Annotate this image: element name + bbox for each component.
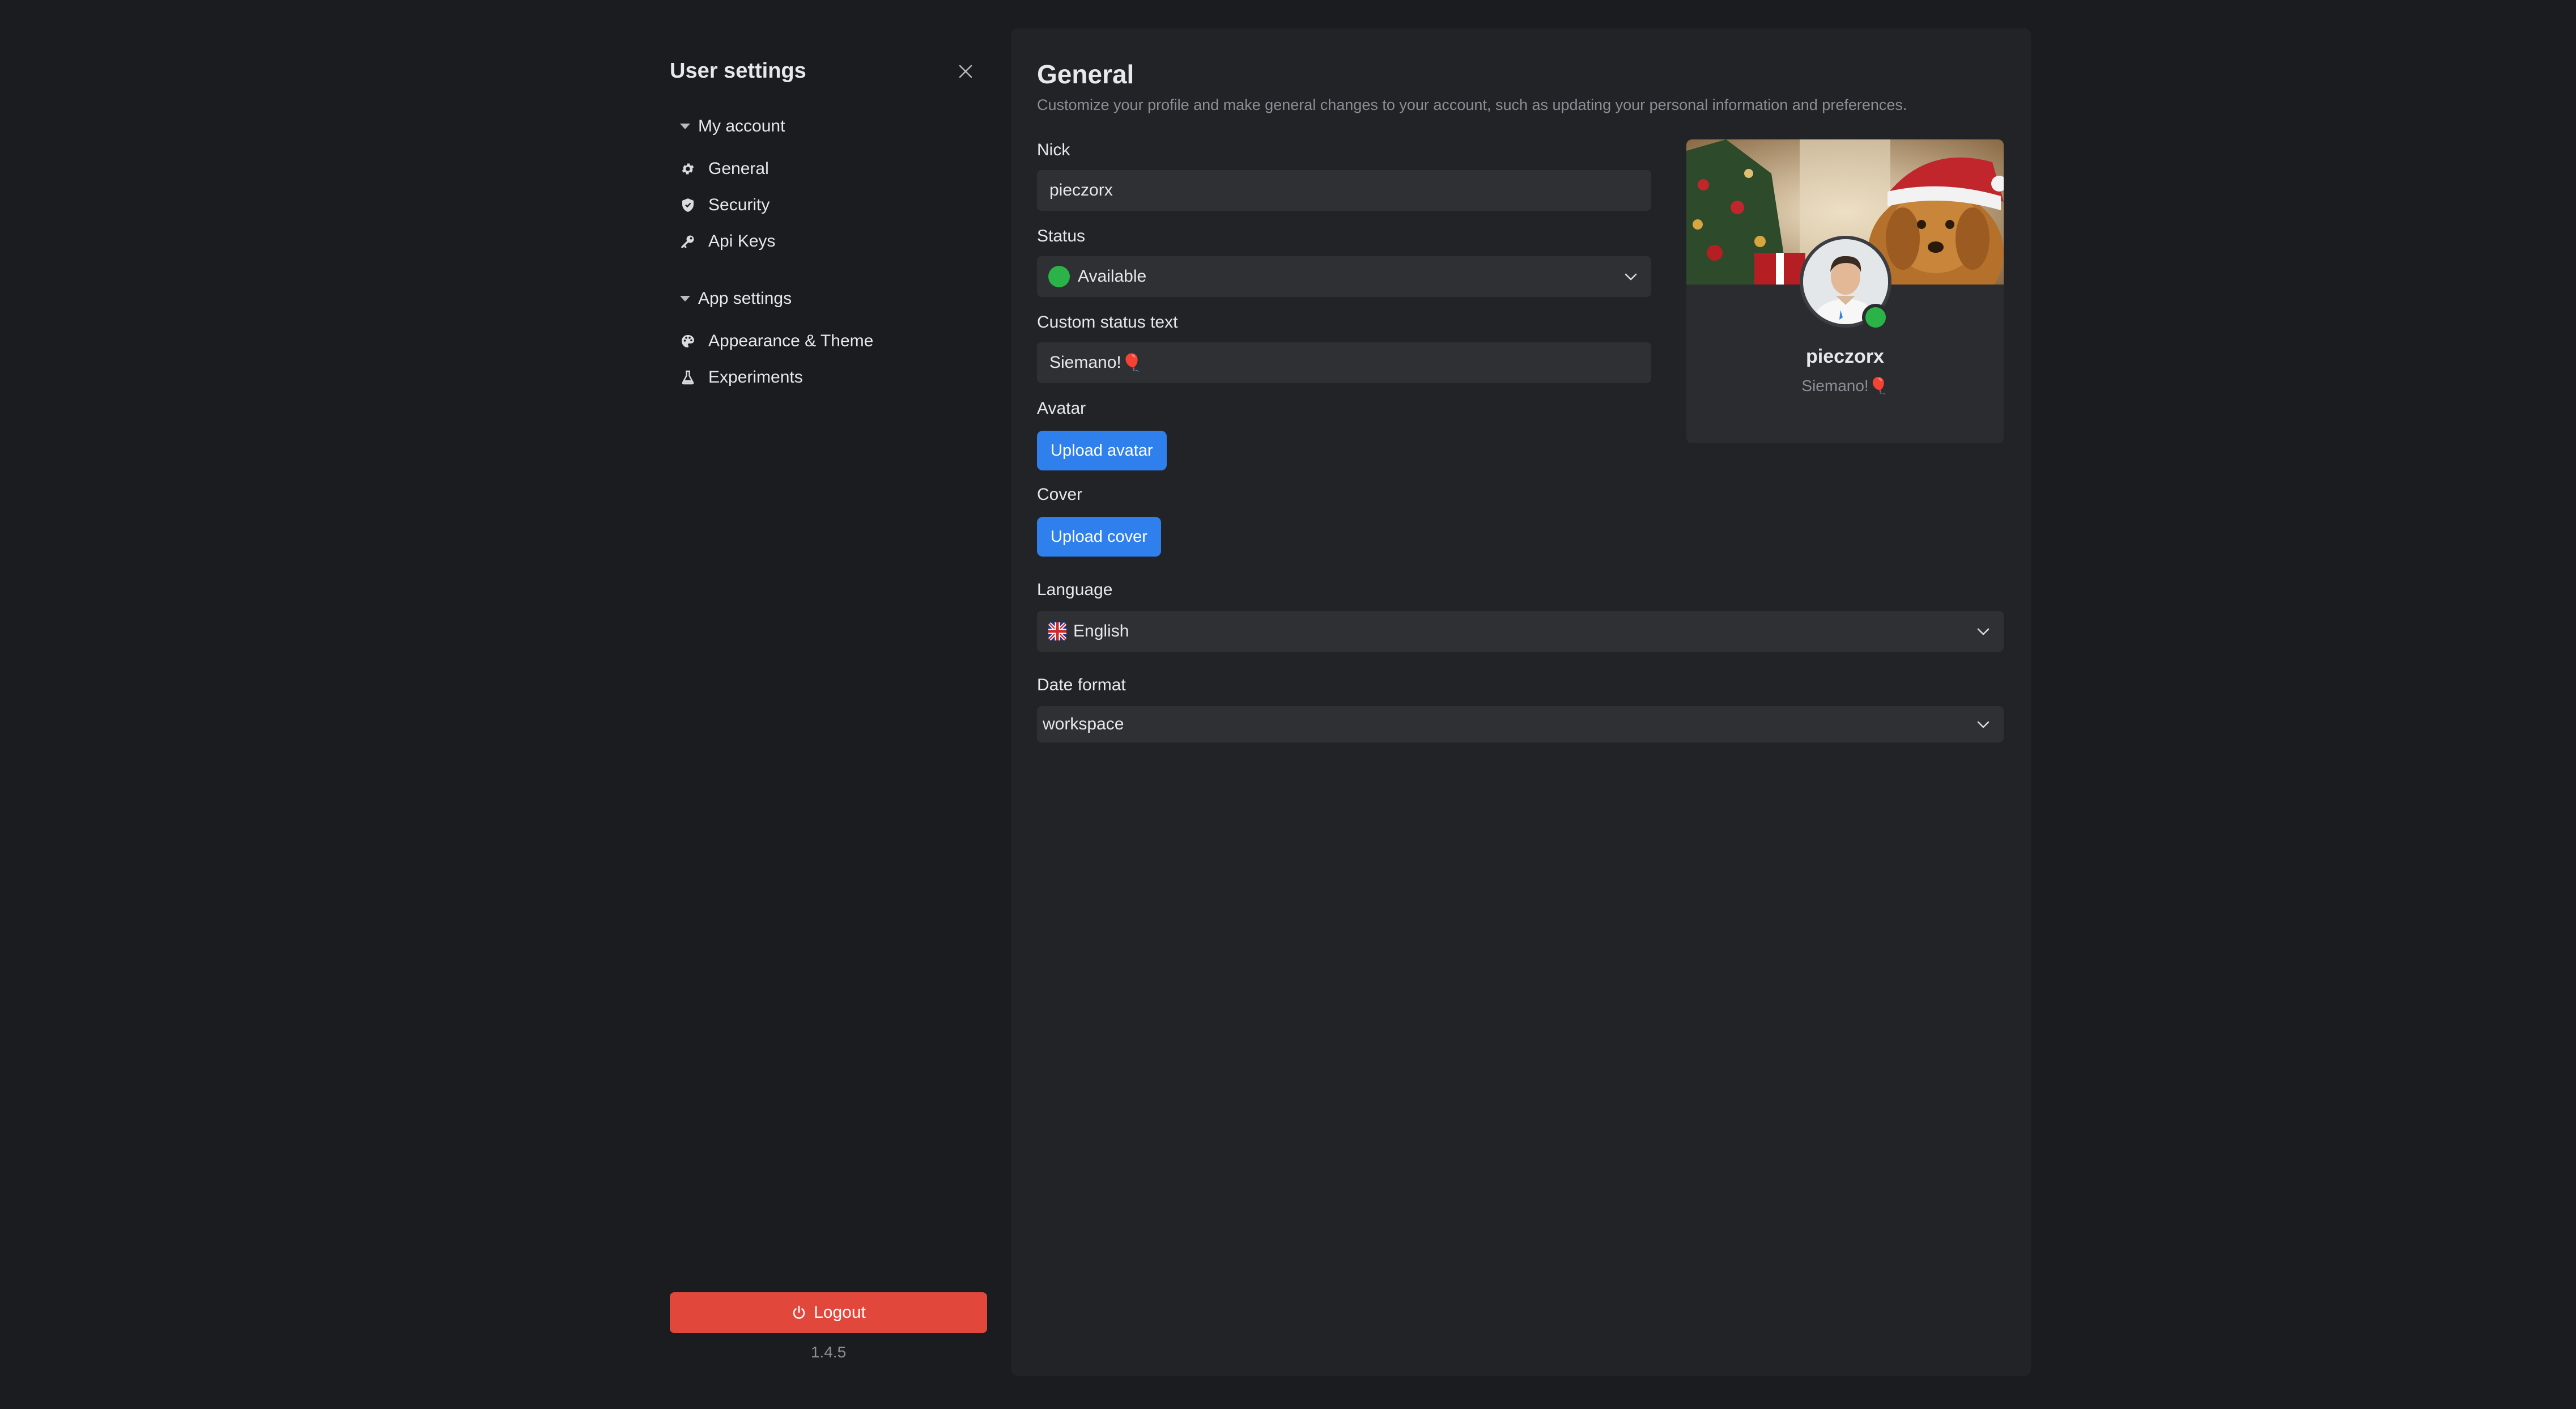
chevron-down-icon bbox=[1977, 628, 1990, 635]
page-description: Customize your profile and make general … bbox=[1037, 96, 1907, 113]
date-format-select[interactable]: workspace bbox=[1037, 706, 2004, 742]
close-button[interactable] bbox=[953, 59, 978, 84]
uk-flag-icon bbox=[1048, 622, 1066, 640]
cover-label: Cover bbox=[1037, 485, 1083, 504]
custom-status-value: Siemano! bbox=[1049, 353, 1121, 372]
settings-sidebar: User settings My account General Securit… bbox=[670, 0, 987, 1409]
date-format-label: Date format bbox=[1037, 676, 1126, 694]
palette-icon bbox=[680, 333, 696, 349]
logout-button[interactable]: Logout bbox=[670, 1292, 987, 1333]
nav-group-app-settings[interactable]: App settings bbox=[680, 289, 792, 308]
nav-group-label: My account bbox=[698, 117, 785, 135]
avatar-label: Avatar bbox=[1037, 399, 1086, 418]
status-available-icon bbox=[1048, 266, 1070, 287]
chevron-down-icon bbox=[1977, 721, 1990, 728]
page-title: General bbox=[1037, 60, 1134, 89]
app-version: 1.4.5 bbox=[810, 1343, 847, 1361]
language-label: Language bbox=[1037, 580, 1113, 599]
flask-icon bbox=[680, 370, 696, 385]
profile-preview-card: pieczorx Siemano!🎈 bbox=[1686, 139, 2004, 443]
custom-status-label: Custom status text bbox=[1037, 313, 1178, 332]
nick-label: Nick bbox=[1037, 141, 1070, 159]
status-value: Available bbox=[1078, 267, 1147, 286]
sidebar-item-experiments[interactable]: Experiments bbox=[680, 362, 975, 393]
caret-down-icon bbox=[680, 124, 690, 129]
status-select[interactable]: Available bbox=[1037, 256, 1651, 297]
sidebar-item-label: Api Keys bbox=[708, 232, 776, 251]
upload-avatar-button[interactable]: Upload avatar bbox=[1037, 431, 1167, 470]
gear-icon bbox=[680, 161, 696, 177]
sidebar-title: User settings bbox=[670, 59, 806, 83]
profile-name: pieczorx bbox=[1806, 346, 1884, 367]
nick-input[interactable]: pieczorx bbox=[1037, 170, 1651, 211]
nav-group-label: App settings bbox=[698, 289, 792, 308]
upload-cover-button[interactable]: Upload cover bbox=[1037, 517, 1161, 557]
sidebar-item-appearance[interactable]: Appearance & Theme bbox=[680, 325, 975, 357]
custom-status-input[interactable]: Siemano! 🎈 bbox=[1037, 342, 1651, 383]
close-icon bbox=[959, 65, 972, 78]
caret-down-icon bbox=[680, 296, 690, 302]
shield-icon bbox=[680, 197, 696, 213]
balloon-emoji: 🎈 bbox=[1868, 377, 1889, 394]
chevron-down-icon bbox=[1625, 273, 1637, 281]
sidebar-item-label: Security bbox=[708, 196, 770, 214]
language-select[interactable]: English bbox=[1037, 611, 2004, 652]
logout-label: Logout bbox=[814, 1303, 866, 1322]
sidebar-item-label: General bbox=[708, 159, 769, 178]
general-settings-panel: General Customize your profile and make … bbox=[1011, 28, 2031, 1376]
profile-status-value: Siemano! bbox=[1801, 377, 1869, 394]
sidebar-item-general[interactable]: General bbox=[680, 153, 975, 185]
online-status-indicator bbox=[1862, 304, 1889, 331]
sidebar-item-security[interactable]: Security bbox=[680, 189, 975, 221]
key-icon bbox=[680, 234, 696, 249]
nav-group-my-account[interactable]: My account bbox=[680, 117, 785, 136]
power-icon bbox=[793, 1305, 805, 1319]
sidebar-item-label: Experiments bbox=[708, 368, 803, 387]
sidebar-item-label: Appearance & Theme bbox=[708, 332, 874, 350]
balloon-emoji: 🎈 bbox=[1121, 353, 1143, 372]
sidebar-item-api-keys[interactable]: Api Keys bbox=[680, 226, 975, 257]
date-format-value: workspace bbox=[1043, 715, 1124, 733]
status-label: Status bbox=[1037, 227, 1086, 245]
profile-status-text: Siemano!🎈 bbox=[1686, 376, 2004, 395]
language-value: English bbox=[1073, 622, 1129, 640]
